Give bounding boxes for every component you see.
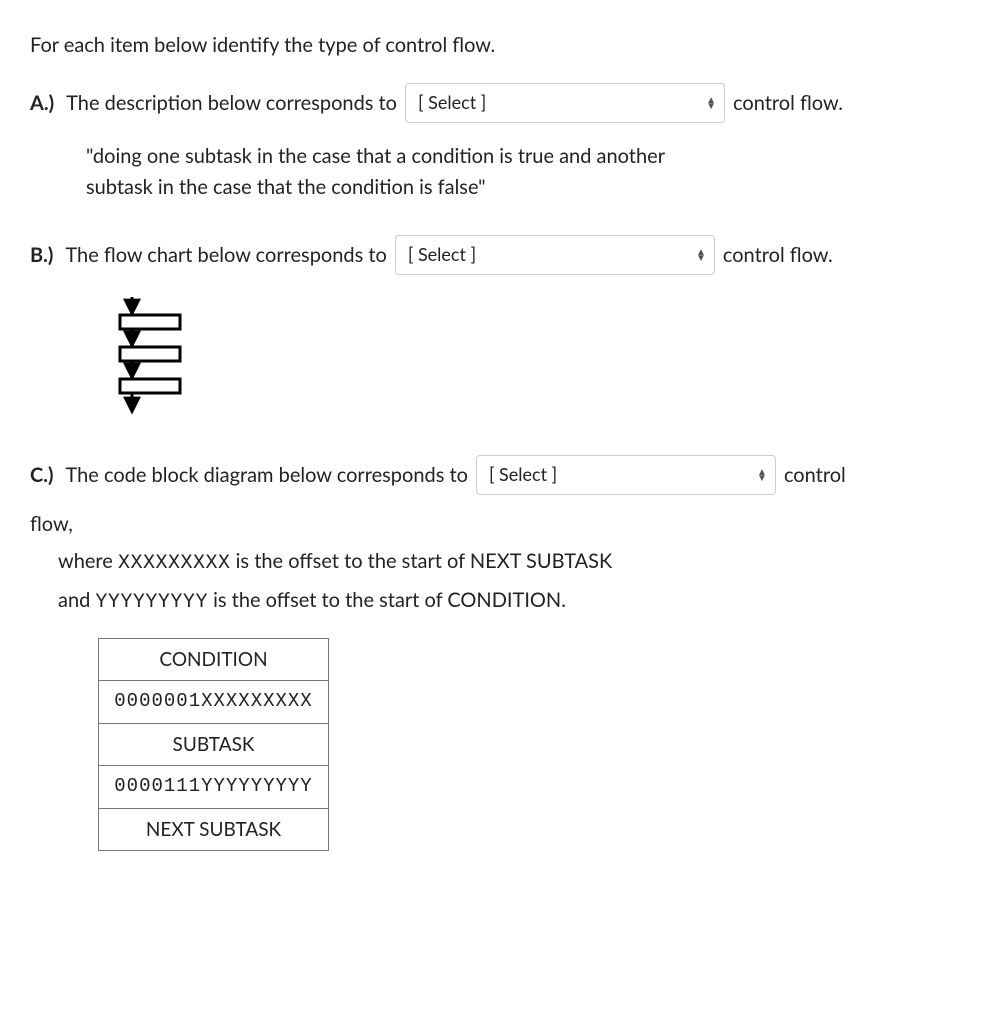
item-a-quote: "doing one subtask in the case that a co…: [86, 141, 726, 203]
explain2-pre: and: [58, 588, 95, 612]
select-c-placeholder: [ Select ]: [489, 461, 557, 489]
chevron-updown-icon: ▲▼: [696, 249, 706, 261]
explain1-post: is the offset to the start of NEXT SUBTA…: [231, 549, 613, 573]
select-c[interactable]: [ Select ] ▲▼: [476, 455, 776, 495]
code-row-1: CONDITION: [99, 639, 329, 681]
explain2-y: YYYYYYYYY: [95, 591, 208, 614]
item-c-explain1: where XXXXXXXXX is the offset to the sta…: [58, 546, 968, 579]
code-row-4: 0000111YYYYYYYYY: [99, 766, 329, 808]
item-b-row: B.) The flow chart below corresponds to …: [30, 235, 968, 275]
item-b-prompt-after: control flow.: [723, 240, 833, 271]
item-b-marker: B.): [30, 240, 53, 271]
item-a-marker: A.): [30, 88, 54, 119]
item-a-prompt-before: The description below corresponds to: [66, 88, 397, 119]
code-block-table: CONDITION 0000001XXXXXXXXX SUBTASK 00001…: [98, 638, 329, 851]
explain1-x: XXXXXXXXX: [118, 552, 231, 575]
item-a-row: A.) The description below corresponds to…: [30, 83, 968, 123]
code-row-3: SUBTASK: [99, 723, 329, 765]
item-c-marker: C.): [30, 460, 53, 491]
explain1-pre: where: [58, 549, 118, 573]
item-a-prompt-after: control flow.: [733, 88, 843, 119]
item-c-prompt-after: control: [784, 460, 846, 491]
item-c-flow-line: flow,: [30, 509, 968, 540]
item-c-prompt-before: The code block diagram below corresponds…: [65, 460, 467, 491]
flowchart-image: [110, 295, 968, 425]
select-a-placeholder: [ Select ]: [418, 89, 486, 117]
code-row-2: 0000001XXXXXXXXX: [99, 681, 329, 723]
code-row-5: NEXT SUBTASK: [99, 808, 329, 850]
intro-text: For each item below identify the type of…: [30, 30, 968, 61]
explain2-post: is the offset to the start of CONDITION.: [208, 588, 566, 612]
select-b[interactable]: [ Select ] ▲▼: [395, 235, 715, 275]
select-b-placeholder: [ Select ]: [408, 241, 476, 269]
chevron-updown-icon: ▲▼: [757, 469, 767, 481]
item-b-prompt-before: The flow chart below corresponds to: [65, 240, 386, 271]
select-a[interactable]: [ Select ] ▲▼: [405, 83, 725, 123]
chevron-updown-icon: ▲▼: [706, 97, 716, 109]
item-c-explain2: and YYYYYYYYY is the offset to the start…: [58, 585, 968, 618]
item-c-row: C.) The code block diagram below corresp…: [30, 455, 968, 495]
